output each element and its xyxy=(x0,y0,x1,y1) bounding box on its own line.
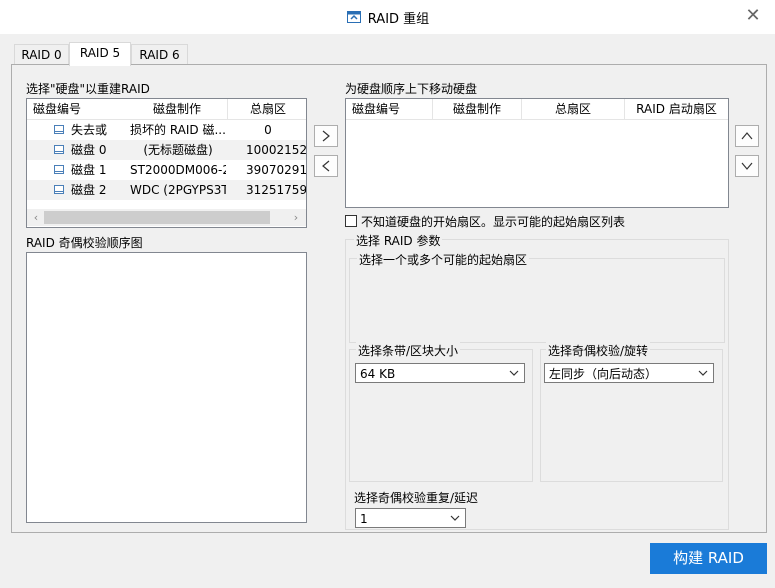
col-raid-start-sector[interactable]: RAID 启动扇区 xyxy=(625,99,728,120)
window-title: RAID 重组 xyxy=(367,11,430,27)
parity-delay-select[interactable]: 1 xyxy=(355,508,466,528)
close-icon[interactable]: ✕ xyxy=(743,6,763,26)
scroll-left-icon[interactable]: ‹ xyxy=(30,210,42,225)
chevron-up-icon xyxy=(741,132,753,140)
disk-icon xyxy=(54,145,64,154)
disk-order-list[interactable]: 磁盘编号 磁盘制作 总扇区 RAID 启动扇区 xyxy=(345,98,729,208)
cell-sectors: 3125175910 xyxy=(246,183,306,197)
parity-diagram-label: RAID 奇偶校验顺序图 xyxy=(26,236,143,250)
tab-label: RAID 6 xyxy=(139,48,180,62)
col-disk-make[interactable]: 磁盘制作 xyxy=(127,99,228,120)
table-row[interactable]: 磁盘 2 WDC (2PGYPS3T) 3125175910 xyxy=(27,180,306,200)
chevron-down-icon xyxy=(450,515,460,521)
tab-label: RAID 5 xyxy=(79,46,121,60)
parity-diagram-canvas xyxy=(26,252,307,523)
disk-icon xyxy=(54,185,64,194)
chevron-right-icon xyxy=(322,130,330,142)
cell-disk-make: 损坏的 RAID 磁... xyxy=(130,123,226,137)
col-disk-id[interactable]: 磁盘编号 xyxy=(27,99,133,120)
raid-params-label: 选择 RAID 参数 xyxy=(354,232,443,249)
cell-sectors: 3907029168 xyxy=(246,163,306,177)
cell-disk-id: 失去或 xyxy=(71,123,108,137)
chevron-down-icon xyxy=(509,370,519,376)
stripe-size-select[interactable]: 64 KB xyxy=(355,363,525,383)
cell-disk-make: ST2000DM006-2... xyxy=(130,163,226,177)
cell-sectors: 1000215216 xyxy=(246,143,306,157)
disk-select-label: 选择"硬盘"以重建RAID xyxy=(26,82,150,96)
chevron-down-icon xyxy=(698,370,708,376)
chevron-down-icon xyxy=(741,162,753,170)
tab-raid-6[interactable]: RAID 6 xyxy=(131,44,188,65)
unknown-start-label: 不知道硬盘的开始扇区。显示可能的起始扇区列表 xyxy=(361,215,626,229)
build-raid-button[interactable]: 构建 RAID xyxy=(650,543,767,574)
disk-list[interactable]: 磁盘编号 磁盘制作 总扇区 失去或 损坏的 RAID 磁... 0 磁盘 0 (… xyxy=(26,98,307,228)
disk-icon xyxy=(54,125,64,134)
horizontal-scrollbar[interactable]: ‹ › xyxy=(27,209,306,226)
col-disk-make[interactable]: 磁盘制作 xyxy=(433,99,522,120)
table-row[interactable]: 磁盘 0 (无标题磁盘) 1000215216 xyxy=(27,140,306,160)
start-sectors-label: 选择一个或多个可能的起始扇区 xyxy=(357,251,530,268)
cell-disk-id: 磁盘 1 xyxy=(71,163,107,177)
col-total-sectors[interactable]: 总扇区 xyxy=(228,99,306,120)
title-area: RAID 重组 xyxy=(0,0,775,34)
add-disk-button[interactable] xyxy=(314,125,338,147)
cell-disk-id: 磁盘 2 xyxy=(71,183,107,197)
cell-sectors: 0 xyxy=(264,123,272,137)
tab-raid-5[interactable]: RAID 5 xyxy=(69,42,131,66)
move-down-button[interactable] xyxy=(735,155,759,177)
scrollbar-thumb[interactable] xyxy=(44,211,270,224)
parity-delay-value: 1 xyxy=(360,512,368,526)
table-row[interactable]: 失去或 损坏的 RAID 磁... 0 xyxy=(27,120,306,140)
cell-disk-make: (无标题磁盘) xyxy=(143,143,213,157)
parity-rotation-value: 左同步（向后动态） xyxy=(549,367,658,381)
parity-rotation-select[interactable]: 左同步（向后动态） xyxy=(544,363,714,383)
raid-app-icon xyxy=(346,11,361,23)
tab-label: RAID 0 xyxy=(21,48,62,62)
col-disk-id[interactable]: 磁盘编号 xyxy=(346,99,433,120)
move-up-button[interactable] xyxy=(735,125,759,147)
tab-raid-0[interactable]: RAID 0 xyxy=(14,44,69,65)
col-total-sectors[interactable]: 总扇区 xyxy=(522,99,625,120)
disk-icon xyxy=(54,165,64,174)
scroll-right-icon[interactable]: › xyxy=(290,210,302,225)
table-row[interactable]: 磁盘 1 ST2000DM006-2... 3907029168 xyxy=(27,160,306,180)
stripe-size-value: 64 KB xyxy=(360,367,396,381)
parity-delay-label: 选择奇偶校验重复/延迟 xyxy=(354,491,479,505)
start-sectors-group xyxy=(349,258,725,343)
unknown-start-checkbox[interactable] xyxy=(345,215,357,227)
parity-rotation-label: 选择奇偶校验/旋转 xyxy=(546,342,651,359)
cell-disk-id: 磁盘 0 xyxy=(71,143,107,157)
disk-order-label: 为硬盘顺序上下移动硬盘 xyxy=(345,82,478,96)
chevron-left-icon xyxy=(322,160,330,172)
cell-disk-make: WDC (2PGYPS3T) xyxy=(130,183,226,197)
remove-disk-button[interactable] xyxy=(314,155,338,177)
stripe-size-label: 选择条带/区块大小 xyxy=(356,342,461,359)
